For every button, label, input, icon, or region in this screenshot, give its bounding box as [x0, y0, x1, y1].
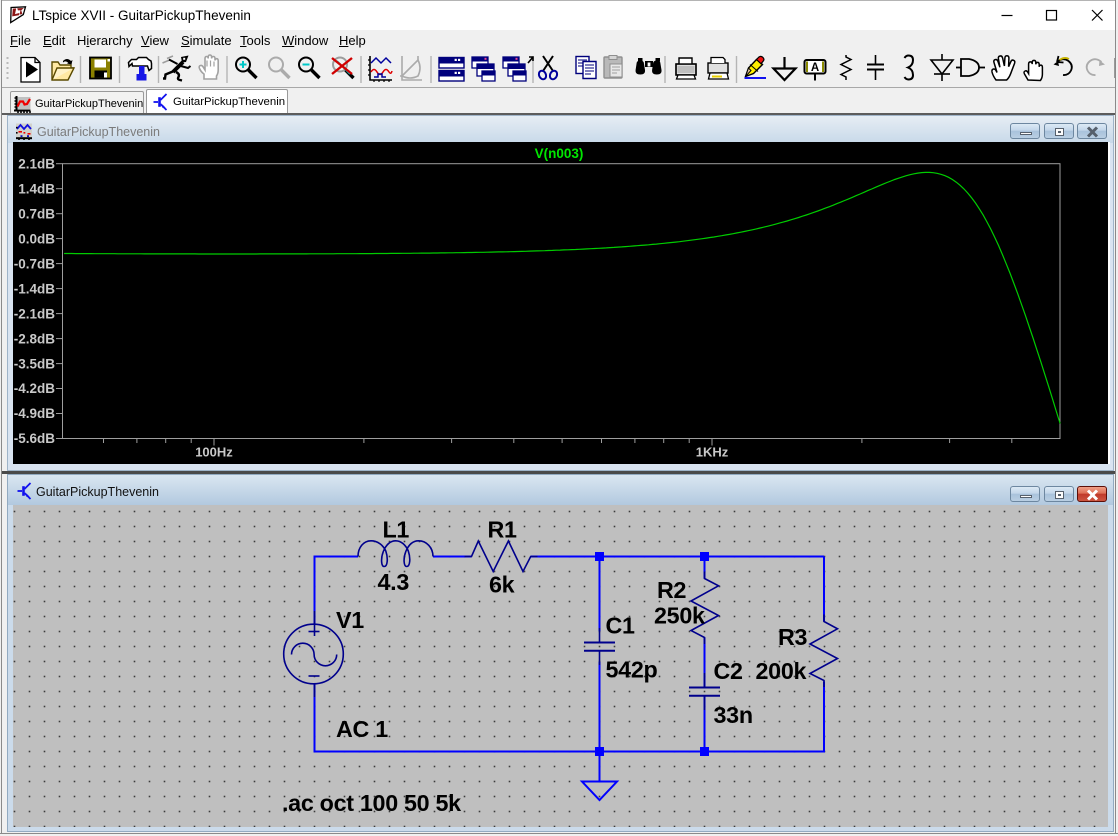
svg-text:-2.1dB: -2.1dB [14, 306, 56, 321]
svg-text:-0.7dB: -0.7dB [14, 256, 56, 271]
svg-text:-1.4dB: -1.4dB [14, 281, 56, 296]
svg-text:.ac oct 100 50 5k: .ac oct 100 50 5k [282, 790, 461, 816]
svg-text:R3: R3 [778, 624, 808, 650]
svg-text:200k: 200k [756, 658, 807, 684]
svg-text:4.3: 4.3 [378, 569, 410, 595]
svg-text:1KHz: 1KHz [696, 445, 729, 460]
svg-text:1.4dB: 1.4dB [18, 181, 55, 196]
svg-text:-3.5dB: -3.5dB [14, 356, 56, 371]
svg-text:V(n003): V(n003) [535, 146, 584, 161]
svg-text:0.0dB: 0.0dB [18, 231, 55, 246]
svg-text:R1: R1 [488, 517, 518, 543]
svg-text:-4.2dB: -4.2dB [14, 381, 56, 396]
svg-text:L1: L1 [383, 517, 410, 543]
svg-text:-5.6dB: -5.6dB [14, 431, 56, 446]
svg-text:C2: C2 [714, 658, 744, 684]
svg-text:A: A [811, 62, 819, 74]
svg-text:542p: 542p [606, 657, 658, 683]
svg-text:100Hz: 100Hz [195, 445, 233, 460]
svg-text:R2: R2 [657, 577, 687, 603]
svg-text:6k: 6k [489, 572, 515, 598]
svg-text:-2.8dB: -2.8dB [14, 331, 56, 346]
svg-text:2.1dB: 2.1dB [18, 156, 55, 171]
svg-text:C1: C1 [606, 613, 636, 639]
svg-text:V1: V1 [336, 607, 364, 633]
svg-text:250k: 250k [654, 603, 705, 629]
svg-text:0.7dB: 0.7dB [18, 206, 55, 221]
svg-text:33n: 33n [714, 702, 753, 728]
svg-text:-4.9dB: -4.9dB [14, 406, 56, 421]
svg-text:AC 1: AC 1 [336, 716, 388, 742]
